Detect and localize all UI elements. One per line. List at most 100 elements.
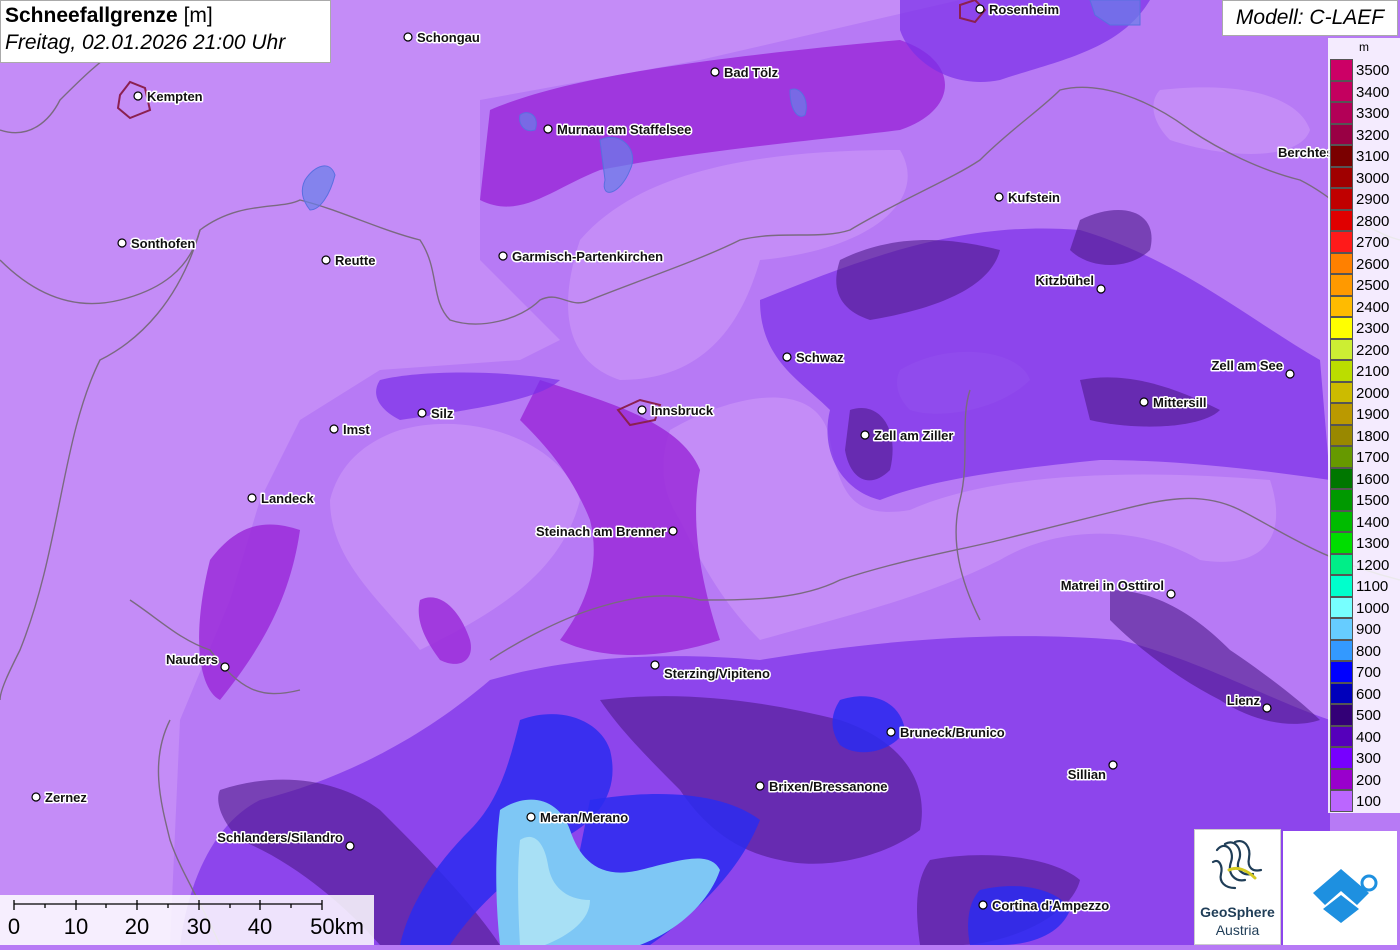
legend-swatch	[1330, 424, 1353, 446]
legend-value: 2900	[1356, 191, 1390, 208]
legend-swatch	[1330, 510, 1353, 532]
legend-value: 3300	[1356, 105, 1390, 122]
legend-swatch	[1330, 231, 1353, 253]
legend-swatch	[1330, 446, 1353, 468]
legend-value: 600	[1356, 685, 1382, 703]
legend-row: 2700	[1330, 231, 1400, 253]
title-unit: [m]	[183, 4, 213, 27]
city-rosenheim[interactable]: Rosenheim	[975, 1, 1061, 19]
legend-value: 2400	[1356, 298, 1390, 316]
legend-value: 3500	[1356, 62, 1390, 79]
legend-row: 2600	[1330, 252, 1400, 274]
svg-text:Sterzing/Vipiteno: Sterzing/Vipiteno	[664, 666, 770, 681]
svg-text:Zernez: Zernez	[45, 790, 87, 805]
svg-text:Berchtes: Berchtes	[1278, 145, 1334, 160]
title-text: Schneefallgrenze	[5, 4, 178, 27]
svg-text:Brixen/Bressanone: Brixen/Bressanone	[769, 779, 888, 794]
legend-value: 2500	[1356, 277, 1390, 294]
city-berchtesgaden[interactable]: Berchtes	[1277, 144, 1336, 162]
geosphere-sub: Austria	[1215, 922, 1260, 938]
legend-swatch	[1330, 317, 1353, 339]
legend-swatch	[1330, 123, 1353, 145]
legend-row: 3400	[1330, 80, 1400, 102]
legend-value: 700	[1356, 664, 1382, 681]
city-brixen[interactable]: Brixen/Bressanone	[755, 778, 889, 796]
svg-text:Innsbruck: Innsbruck	[651, 403, 714, 418]
svg-text:Sillian: Sillian	[1068, 767, 1106, 782]
legend-value: 100	[1356, 793, 1382, 810]
legend-swatch	[1330, 768, 1353, 790]
legend-swatch	[1330, 102, 1353, 124]
legend-value: 1400	[1356, 513, 1390, 531]
legend-swatch	[1330, 274, 1353, 296]
svg-text:Rosenheim: Rosenheim	[989, 2, 1059, 17]
legend-row: 2800	[1330, 209, 1400, 231]
city-meran[interactable]: Meran/Merano	[526, 809, 630, 827]
scale-label-20: 20	[125, 914, 149, 939]
svg-text:Nauders: Nauders	[166, 652, 218, 667]
legend-swatch	[1330, 403, 1353, 425]
map-title: Schneefallgrenze [m]	[5, 3, 326, 29]
weather-app-icon	[1313, 869, 1378, 923]
legend-swatch	[1330, 209, 1353, 231]
legend-swatch	[1330, 295, 1353, 317]
legend-value: 1300	[1356, 535, 1390, 552]
city-cortina[interactable]: Cortina d'Ampezzo	[978, 897, 1111, 915]
svg-text:Schongau: Schongau	[417, 30, 480, 45]
city-zell-am-ziller[interactable]: Zell am Ziller	[860, 427, 955, 445]
legend-swatch	[1330, 596, 1353, 618]
svg-text:Schlanders/Silandro: Schlanders/Silandro	[217, 830, 343, 845]
weather-app-logo[interactable]	[1283, 831, 1397, 945]
color-legend: m 3500 3400 3300 3200 3100 3000 2900 2800 2700 26…	[1328, 38, 1400, 813]
legend-swatch	[1330, 489, 1353, 511]
legend-value: 2200	[1356, 341, 1390, 359]
legend-value: 1200	[1356, 556, 1390, 574]
city-steinach[interactable]: Steinach am Brenner	[534, 523, 678, 541]
legend-row: 2400	[1330, 295, 1400, 317]
svg-text:Zell am See: Zell am See	[1211, 358, 1283, 373]
svg-text:Steinach am Brenner: Steinach am Brenner	[536, 524, 666, 539]
forecast-datetime: Freitag, 02.01.2026 21:00 Uhr	[5, 31, 286, 54]
geosphere-emblem-icon	[1211, 840, 1263, 890]
legend-swatch	[1330, 532, 1353, 554]
legend-value: 1800	[1356, 427, 1390, 445]
city-bruneck[interactable]: Bruneck/Brunico	[886, 724, 1006, 742]
svg-text:Lienz: Lienz	[1227, 693, 1261, 708]
geosphere-logo[interactable]: GeoSphere Austria	[1194, 829, 1281, 945]
legend-row: 2000	[1330, 381, 1400, 403]
svg-text:Imst: Imst	[343, 422, 370, 437]
snowfall-map[interactable]: Rosenheim Schongau Bad Tölz Kempten Murn…	[0, 0, 1400, 945]
legend-swatch	[1330, 166, 1353, 188]
legend-row: 500	[1330, 704, 1400, 726]
svg-text:Kitzbühel: Kitzbühel	[1036, 273, 1095, 288]
legend-value: 200	[1356, 771, 1382, 789]
svg-text:Garmisch-Partenkirchen: Garmisch-Partenkirchen	[512, 249, 663, 264]
legend-swatch	[1330, 575, 1353, 597]
city-murnau[interactable]: Murnau am Staffelsee	[543, 121, 693, 139]
legend-row: 1500	[1330, 489, 1400, 511]
legend-value: 1600	[1356, 470, 1390, 488]
svg-text:Bruneck/Brunico: Bruneck/Brunico	[900, 725, 1005, 740]
scale-label-10: 10	[64, 914, 88, 939]
legend-swatch	[1330, 80, 1353, 102]
legend-row: 1900	[1330, 403, 1400, 425]
legend-row: 1400	[1330, 510, 1400, 532]
legend-value: 1100	[1356, 578, 1389, 595]
scale-bar-graphic: 0 10 20 30 40 50km	[8, 900, 364, 939]
legend-swatch	[1330, 618, 1353, 640]
legend-swatch	[1330, 790, 1353, 812]
legend-swatch	[1330, 145, 1353, 167]
legend-swatch	[1330, 682, 1353, 704]
legend-value: 3200	[1356, 126, 1390, 144]
legend-value: 500	[1356, 707, 1382, 724]
svg-text:Mittersill: Mittersill	[1153, 395, 1206, 410]
legend-row: 1700	[1330, 446, 1400, 468]
legend-row: 1000	[1330, 596, 1400, 618]
scale-label-0: 0	[8, 914, 20, 939]
legend-value: 3400	[1356, 83, 1390, 101]
legend-row: 600	[1330, 682, 1400, 704]
scale-label-30: 30	[187, 914, 211, 939]
legend-row: 1200	[1330, 553, 1400, 575]
legend-value: 900	[1356, 621, 1382, 638]
city-garmisch[interactable]: Garmisch-Partenkirchen	[498, 248, 665, 266]
